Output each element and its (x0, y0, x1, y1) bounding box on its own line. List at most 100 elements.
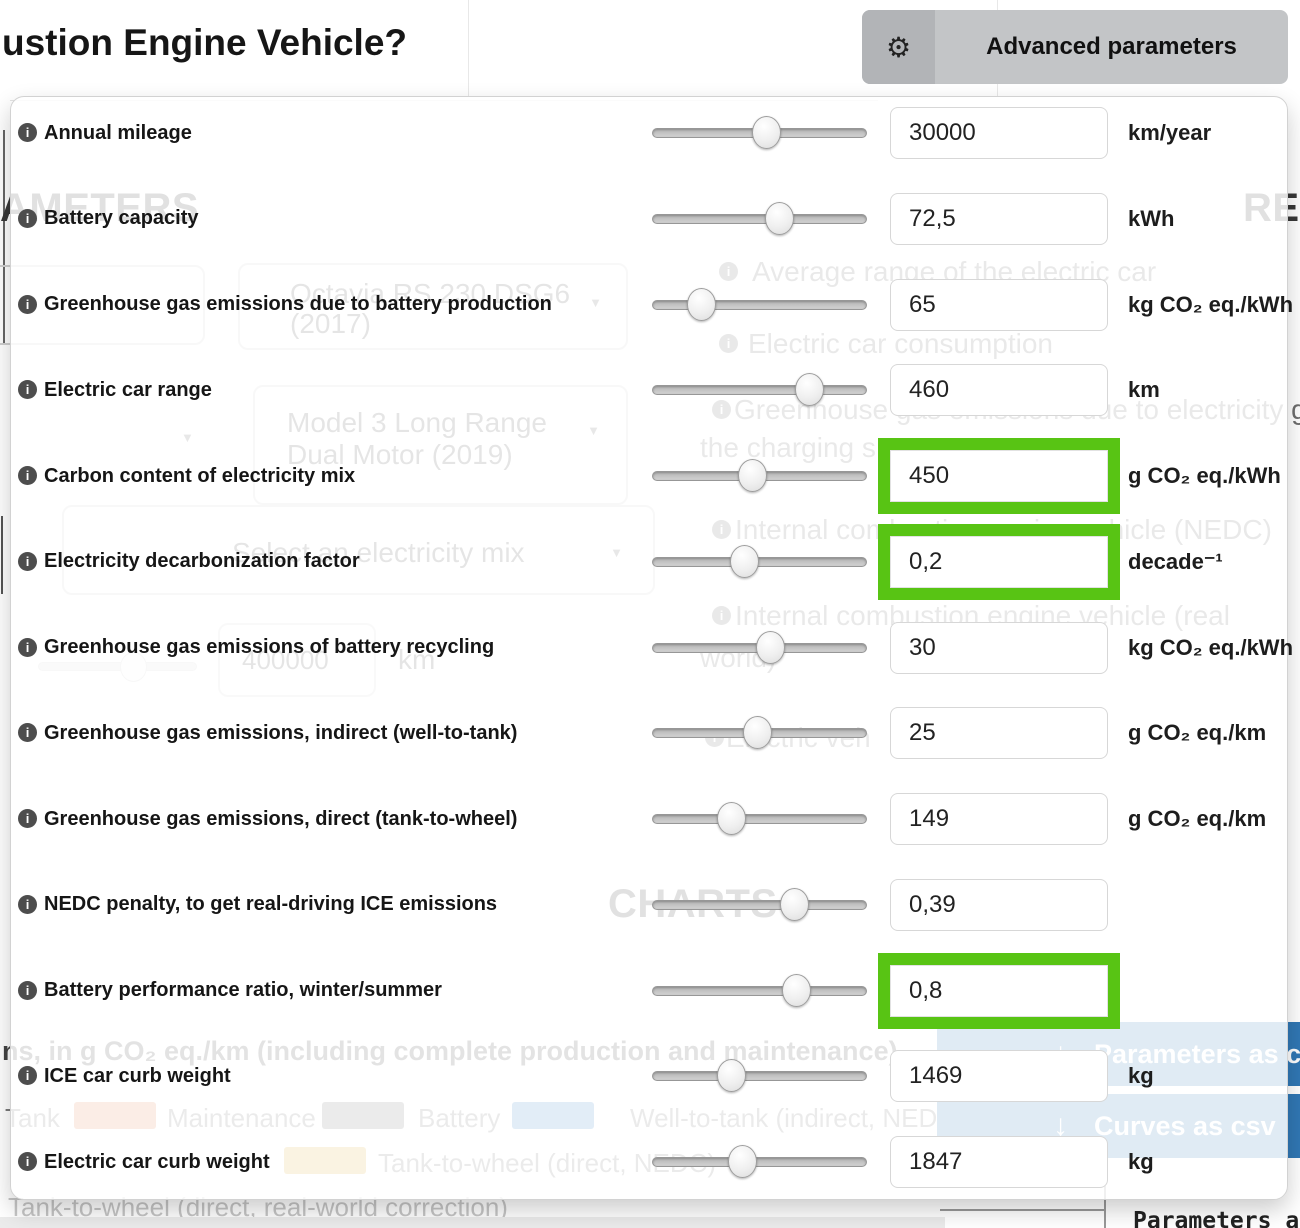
parameter-label: Electric car range (44, 347, 634, 433)
parameter-unit: g CO₂ eq./kWh (1128, 433, 1281, 519)
parameter-label: Greenhouse gas emissions of battery recy… (44, 605, 634, 691)
info-icon[interactable]: i (18, 809, 37, 828)
slider-handle[interactable] (756, 631, 785, 664)
parameter-slider[interactable] (652, 128, 867, 138)
slider-handle[interactable] (717, 802, 746, 835)
parameter-slider[interactable] (652, 385, 867, 395)
slider-handle[interactable] (765, 202, 794, 235)
parameter-input-highlight (890, 193, 1108, 245)
slider-track[interactable] (652, 557, 867, 567)
parameter-value-input[interactable] (890, 450, 1108, 502)
info-icon[interactable]: i (18, 723, 37, 742)
slider-handle[interactable] (795, 373, 824, 406)
slider-handle[interactable] (728, 1145, 757, 1178)
parameter-row: i Battery performance ratio, winter/summ… (10, 948, 1288, 1034)
parameter-input-highlight (878, 524, 1120, 600)
parameter-value-input[interactable] (890, 1136, 1108, 1188)
parameter-row: i Annual mileage km/year (10, 90, 1288, 176)
parameter-slider[interactable] (652, 1157, 867, 1167)
info-icon[interactable]: i (18, 895, 37, 914)
parameter-slider[interactable] (652, 300, 867, 310)
parameter-unit: km (1128, 347, 1160, 433)
slider-handle[interactable] (738, 459, 767, 492)
parameter-input-highlight (890, 107, 1108, 159)
parameter-unit: kg CO₂ eq./kWh (1128, 605, 1293, 691)
parameter-value-input[interactable] (890, 707, 1108, 759)
parameter-slider[interactable] (652, 557, 867, 567)
parameter-input-highlight (890, 1050, 1108, 1102)
parameter-label: Carbon content of electricity mix (44, 433, 634, 519)
slider-track[interactable] (652, 1071, 867, 1081)
parameter-unit: decade⁻¹ (1128, 519, 1223, 605)
parameter-value-input[interactable] (890, 536, 1108, 588)
info-icon[interactable]: i (18, 552, 37, 571)
slider-track[interactable] (652, 385, 867, 395)
parameter-label: Greenhouse gas emissions due to battery … (44, 262, 634, 348)
info-icon[interactable]: i (18, 466, 37, 485)
info-icon[interactable]: i (18, 981, 37, 1000)
slider-handle[interactable] (717, 1059, 746, 1092)
parameter-input-highlight (890, 793, 1108, 845)
parameter-unit: km/year (1128, 90, 1211, 176)
parameter-label: Greenhouse gas emissions, direct (tank-t… (44, 776, 634, 862)
info-icon[interactable]: i (18, 295, 37, 314)
parameter-unit: g CO₂ eq./km (1128, 690, 1266, 776)
parameter-value-input[interactable] (890, 107, 1108, 159)
parameter-value-input[interactable] (890, 364, 1108, 416)
info-icon[interactable]: i (18, 123, 37, 142)
parameter-unit: kg CO₂ eq./kWh (1128, 262, 1293, 348)
info-icon[interactable]: i (18, 1152, 37, 1171)
parameter-slider[interactable] (652, 471, 867, 481)
info-icon[interactable]: i (18, 1066, 37, 1085)
parameter-value-input[interactable] (890, 279, 1108, 331)
slider-track[interactable] (652, 900, 867, 910)
parameter-value-input[interactable] (890, 965, 1108, 1017)
parameter-slider[interactable] (652, 728, 867, 738)
parameters-list: i Annual mileage km/year i Battery capac… (0, 0, 1300, 1228)
slider-handle[interactable] (782, 974, 811, 1007)
parameter-row: i Electric car range km (10, 347, 1288, 433)
parameter-label: Annual mileage (44, 90, 634, 176)
info-icon[interactable]: i (18, 209, 37, 228)
info-icon[interactable]: i (18, 638, 37, 657)
parameter-slider[interactable] (652, 214, 867, 224)
parameter-input-highlight (890, 707, 1108, 759)
parameter-slider[interactable] (652, 1071, 867, 1081)
slider-handle[interactable] (687, 288, 716, 321)
parameter-input-highlight (890, 622, 1108, 674)
parameter-value-input[interactable] (890, 879, 1108, 931)
slider-handle[interactable] (730, 545, 759, 578)
parameter-value-input[interactable] (890, 193, 1108, 245)
parameter-row: i Greenhouse gas emissions, direct (tank… (10, 776, 1288, 862)
parameter-label: Greenhouse gas emissions, indirect (well… (44, 690, 634, 776)
parameter-row: i ICE car curb weight kg (10, 1033, 1288, 1119)
slider-handle[interactable] (752, 116, 781, 149)
info-icon[interactable]: i (18, 380, 37, 399)
slider-track[interactable] (652, 986, 867, 996)
parameter-value-input[interactable] (890, 622, 1108, 674)
slider-track[interactable] (652, 814, 867, 824)
parameter-unit: kWh (1128, 176, 1174, 262)
parameter-value-input[interactable] (890, 1050, 1108, 1102)
parameter-label: Electricity decarbonization factor (44, 519, 634, 605)
parameter-row: i Electric car curb weight kg (10, 1119, 1288, 1205)
parameter-input-highlight (878, 953, 1120, 1029)
parameter-slider[interactable] (652, 814, 867, 824)
parameter-label: ICE car curb weight (44, 1033, 634, 1119)
slider-track[interactable] (652, 300, 867, 310)
parameter-input-highlight (878, 438, 1120, 514)
slider-handle[interactable] (780, 888, 809, 921)
parameter-slider[interactable] (652, 900, 867, 910)
parameter-input-highlight (890, 279, 1108, 331)
parameter-slider[interactable] (652, 643, 867, 653)
parameter-unit: kg (1128, 1119, 1154, 1205)
parameter-value-input[interactable] (890, 793, 1108, 845)
parameter-slider[interactable] (652, 986, 867, 996)
slider-track[interactable] (652, 214, 867, 224)
parameter-row: i Greenhouse gas emissions due to batter… (10, 262, 1288, 348)
parameter-row: i Greenhouse gas emissions, indirect (we… (10, 690, 1288, 776)
slider-handle[interactable] (743, 716, 772, 749)
parameter-input-highlight (890, 364, 1108, 416)
parameter-row: i NEDC penalty, to get real-driving ICE … (10, 862, 1288, 948)
slider-track[interactable] (652, 1157, 867, 1167)
